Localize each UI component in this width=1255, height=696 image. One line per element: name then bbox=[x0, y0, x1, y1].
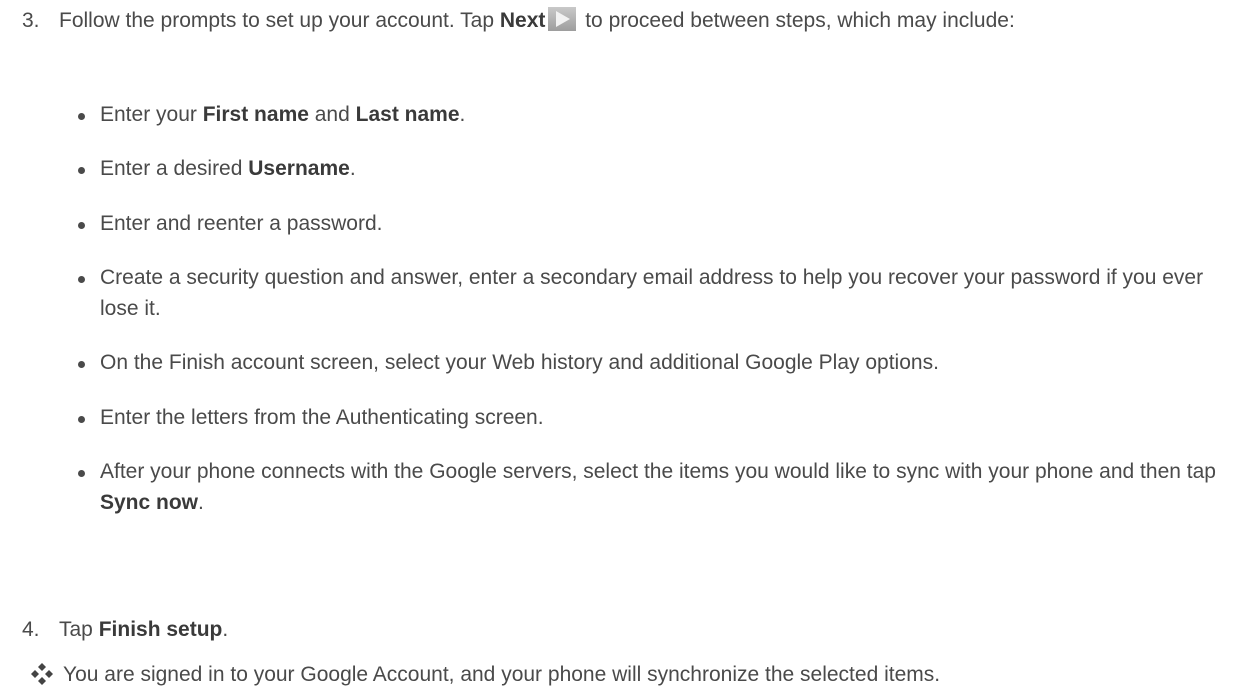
list-item: Enter and reenter a password. bbox=[78, 209, 1238, 239]
result-note: You are signed in to your Google Account… bbox=[30, 660, 1250, 690]
step-3-text: Follow the prompts to set up your accoun… bbox=[59, 6, 1242, 36]
bullet-dot bbox=[78, 361, 85, 369]
four-diamonds-result-icon bbox=[30, 662, 54, 686]
list-item: After your phone connects with the Googl… bbox=[78, 457, 1238, 518]
item-text: Enter and reenter a password. bbox=[100, 211, 383, 235]
item-bold: Last name bbox=[355, 103, 460, 126]
next-label: Next bbox=[499, 9, 546, 32]
result-text: You are signed in to your Google Account… bbox=[63, 663, 941, 686]
item-bold: Sync now bbox=[100, 490, 199, 514]
step-3-text-after: to proceed between steps, which may incl… bbox=[579, 9, 1015, 32]
item-text: . bbox=[198, 490, 204, 514]
list-item: Enter a desired Username. bbox=[78, 154, 1238, 184]
item-text: Enter your bbox=[100, 103, 203, 126]
finish-setup-label: Finish setup bbox=[98, 618, 223, 641]
item-text: On the Finish account screen, select you… bbox=[100, 351, 939, 375]
step-4-text-after: . bbox=[222, 618, 229, 641]
bullet-dot bbox=[78, 113, 85, 120]
list-item: Enter the letters from the Authenticatin… bbox=[78, 403, 1238, 433]
item-text: . bbox=[349, 157, 356, 181]
step-4-text-before: Tap bbox=[59, 618, 99, 641]
item-text: . bbox=[459, 103, 466, 126]
list-item: On the Finish account screen, select you… bbox=[78, 348, 1238, 378]
next-arrow-icon bbox=[548, 7, 577, 31]
item-text: Enter the letters from the Authenticatin… bbox=[100, 405, 544, 429]
step-3: 3. Follow the prompts to set up your acc… bbox=[22, 6, 1242, 36]
item-text: Create a security question and answer, e… bbox=[100, 266, 1204, 320]
step-4: 4. Tap Finish setup. bbox=[22, 615, 1242, 645]
step-number: 4. bbox=[22, 618, 40, 641]
item-bold: First name bbox=[202, 103, 309, 126]
step-3-text-before: Follow the prompts to set up your accoun… bbox=[59, 9, 500, 32]
step-number: 3. bbox=[22, 9, 40, 32]
bullet-dot bbox=[78, 415, 85, 423]
bullet-dot bbox=[78, 276, 85, 284]
substeps-list: Enter your First name and Last name. Ent… bbox=[78, 100, 1238, 518]
bullet-dot bbox=[78, 470, 85, 478]
bullet-dot bbox=[78, 221, 85, 229]
item-bold: Username bbox=[248, 157, 350, 181]
list-item: Enter your First name and Last name. bbox=[78, 100, 1238, 130]
item-text: Enter a desired bbox=[100, 157, 249, 181]
item-text: After your phone connects with the Googl… bbox=[100, 460, 1216, 484]
step-4-text: Tap Finish setup. bbox=[59, 615, 1242, 645]
list-item: Create a security question and answer, e… bbox=[78, 263, 1238, 324]
bullet-dot bbox=[78, 167, 85, 175]
item-text: and bbox=[308, 103, 356, 126]
